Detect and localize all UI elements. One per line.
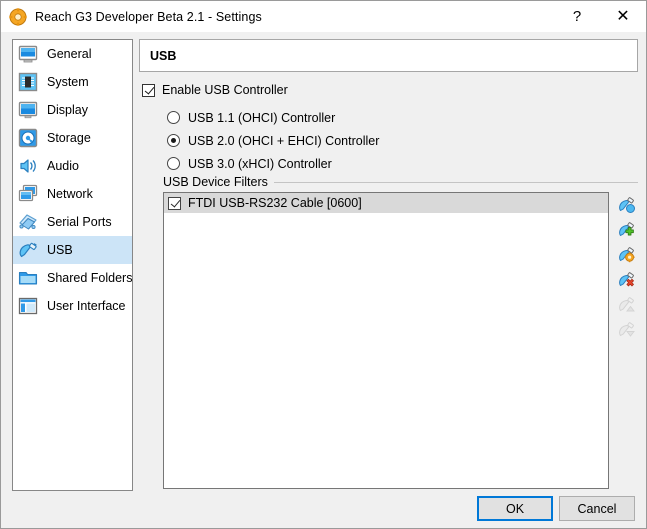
usb-device-filters-group: USB Device Filters: [163, 174, 638, 190]
usb-11-radio[interactable]: [167, 111, 180, 124]
list-item[interactable]: FTDI USB-RS232 Cable [0600]: [164, 193, 608, 213]
add-filter-from-device-icon[interactable]: [615, 192, 639, 216]
filter-enabled-checkbox[interactable]: [168, 196, 181, 210]
usb-20-option[interactable]: USB 2.0 (OHCI + EHCI) Controller: [167, 129, 379, 152]
usb-settings-pane: USB Enable USB Controller USB 1.1 (OHCI)…: [139, 39, 638, 491]
window-controls: ? ✕: [554, 1, 646, 32]
speaker-icon: [17, 155, 39, 177]
usb-filter-toolbar[interactable]: [615, 192, 639, 342]
sidebar-item-serial-ports[interactable]: Serial Ports: [13, 208, 132, 236]
sidebar-item-audio[interactable]: Audio: [13, 152, 132, 180]
harddisk-icon: [17, 127, 39, 149]
group-divider: [273, 181, 638, 183]
page-header: USB: [139, 39, 638, 72]
window-layout-icon: [17, 295, 39, 317]
display-icon: [17, 99, 39, 121]
filter-name-label: FTDI USB-RS232 Cable [0600]: [188, 196, 362, 210]
move-filter-up-icon: [615, 292, 639, 316]
sidebar-item-label: System: [47, 75, 89, 89]
dialog-buttons: OK Cancel: [1, 496, 646, 524]
page-title: USB: [150, 48, 177, 63]
usb-20-label: USB 2.0 (OHCI + EHCI) Controller: [188, 133, 380, 148]
settings-category-list[interactable]: General System Display Storage Audio Net…: [12, 39, 133, 491]
close-button[interactable]: ✕: [600, 1, 646, 32]
usb-11-label: USB 1.1 (OHCI) Controller: [188, 110, 336, 125]
sidebar-item-label: General: [47, 47, 92, 61]
usb-30-option[interactable]: USB 3.0 (xHCI) Controller: [167, 152, 379, 175]
usb-device-filters-title: USB Device Filters: [163, 175, 268, 189]
monitor-icon: [17, 43, 39, 65]
sidebar-item-label: Display: [47, 103, 88, 117]
remove-filter-icon[interactable]: [615, 267, 639, 291]
edit-filter-icon[interactable]: [615, 242, 639, 266]
title-bar: Reach G3 Developer Beta 2.1 - Settings ?…: [1, 1, 646, 32]
sidebar-item-storage[interactable]: Storage: [13, 124, 132, 152]
enable-usb-controller-label: Enable USB Controller: [162, 83, 288, 97]
sidebar-item-label: User Interface: [47, 299, 126, 313]
usb-11-option[interactable]: USB 1.1 (OHCI) Controller: [167, 106, 379, 129]
sidebar-item-network[interactable]: Network: [13, 180, 132, 208]
usb-20-radio[interactable]: [167, 134, 180, 147]
chip-icon: [17, 71, 39, 93]
add-new-filter-icon[interactable]: [615, 217, 639, 241]
sidebar-item-general[interactable]: General: [13, 40, 132, 68]
sidebar-item-system[interactable]: System: [13, 68, 132, 96]
sidebar-item-user-interface[interactable]: User Interface: [13, 292, 132, 320]
network-cards-icon: [17, 183, 39, 205]
sidebar-item-shared-folders[interactable]: Shared Folders: [13, 264, 132, 292]
usb-plug-icon: [17, 239, 39, 261]
sidebar-item-label: Shared Folders: [47, 271, 133, 285]
sidebar-item-display[interactable]: Display: [13, 96, 132, 124]
help-button[interactable]: ?: [554, 1, 600, 32]
sidebar-item-label: USB: [47, 243, 73, 257]
usb-controller-radio-group[interactable]: USB 1.1 (OHCI) Controller USB 2.0 (OHCI …: [167, 106, 379, 175]
usb-30-radio[interactable]: [167, 157, 180, 170]
serial-port-icon: [17, 211, 39, 233]
enable-usb-controller-checkbox[interactable]: [142, 83, 155, 97]
window-title: Reach G3 Developer Beta 2.1 - Settings: [35, 9, 262, 24]
sidebar-item-usb[interactable]: USB: [13, 236, 132, 264]
settings-window: Reach G3 Developer Beta 2.1 - Settings ?…: [0, 0, 647, 529]
folder-icon: [17, 267, 39, 289]
enable-usb-controller-row[interactable]: Enable USB Controller: [142, 83, 288, 97]
settings-gear-icon: [9, 7, 27, 26]
sidebar-item-label: Storage: [47, 131, 91, 145]
usb-30-label: USB 3.0 (xHCI) Controller: [188, 156, 332, 171]
move-filter-down-icon: [615, 317, 639, 341]
sidebar-item-label: Serial Ports: [47, 215, 112, 229]
sidebar-item-label: Network: [47, 187, 93, 201]
sidebar-item-label: Audio: [47, 159, 79, 173]
ok-button[interactable]: OK: [477, 496, 553, 521]
usb-filters-list[interactable]: FTDI USB-RS232 Cable [0600]: [163, 192, 609, 489]
cancel-button[interactable]: Cancel: [559, 496, 635, 521]
